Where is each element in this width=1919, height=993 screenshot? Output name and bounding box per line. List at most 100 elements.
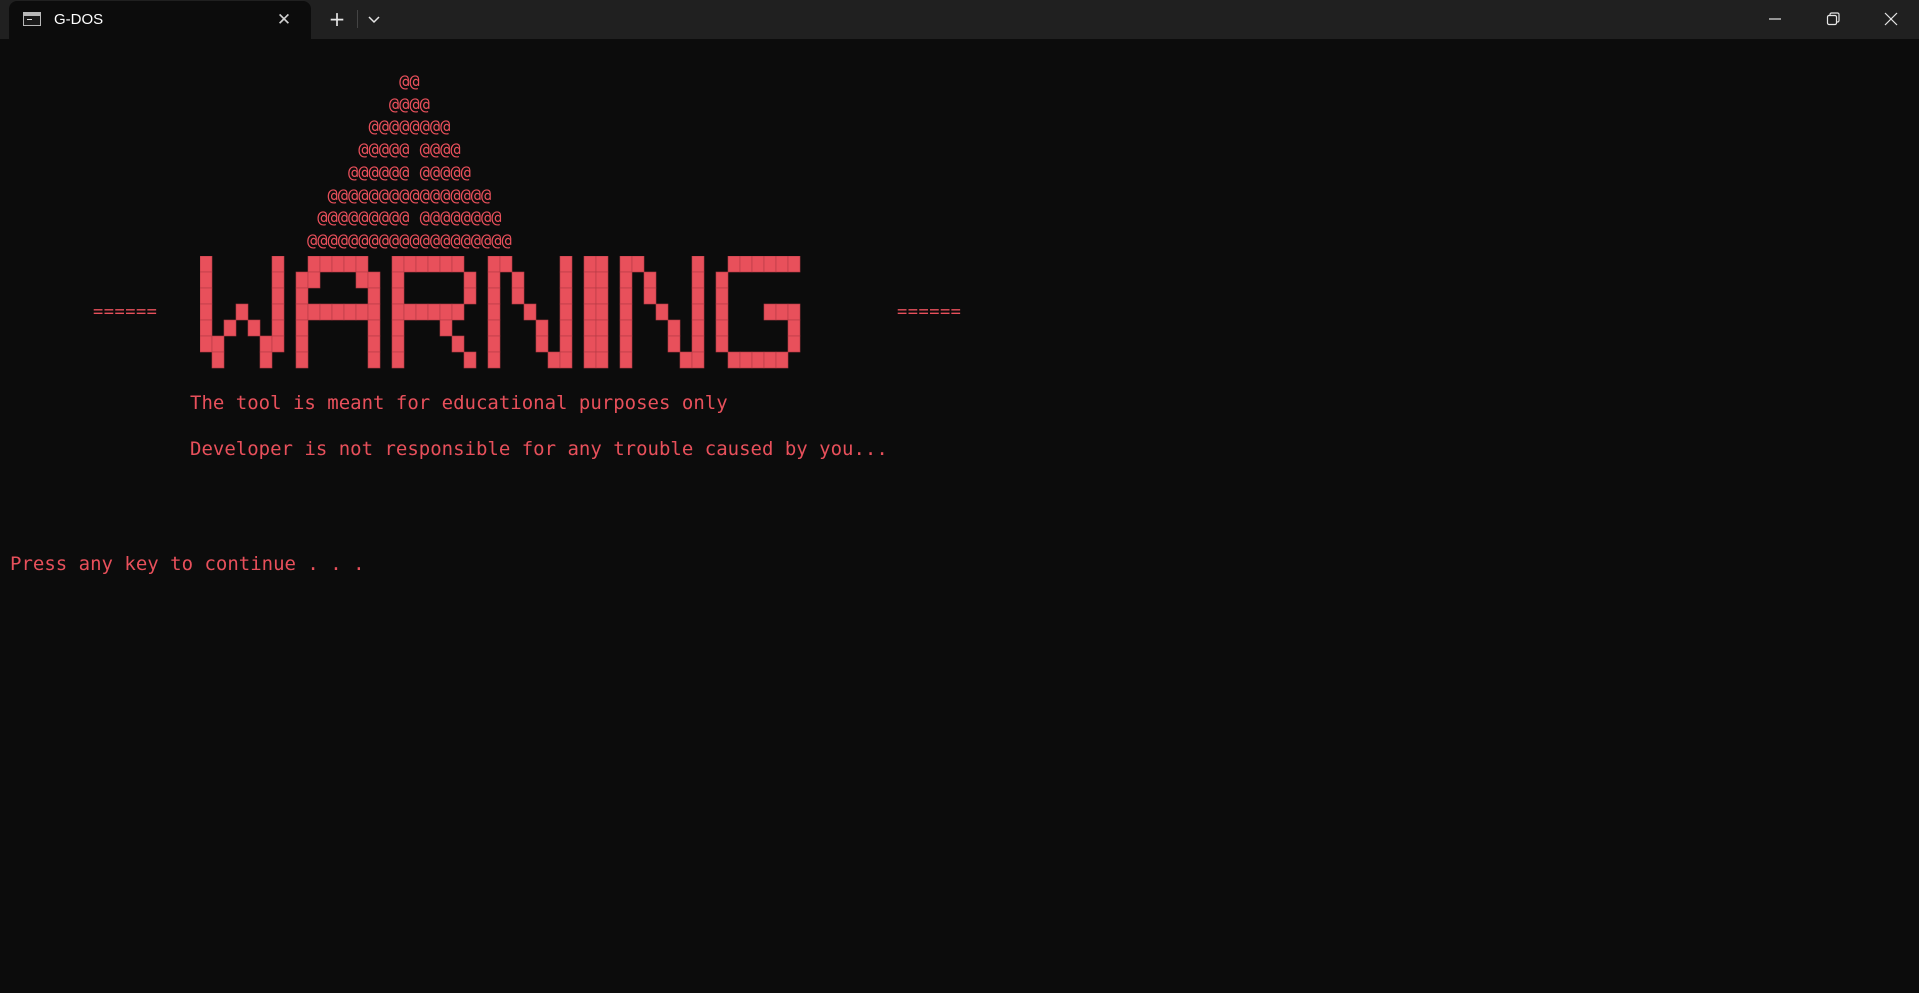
banner-block bbox=[463, 287, 477, 305]
banner-block bbox=[295, 287, 309, 305]
banner-block bbox=[487, 256, 501, 273]
banner-block bbox=[319, 256, 333, 273]
banner-block bbox=[691, 271, 705, 289]
banner-block bbox=[751, 351, 765, 369]
banner-block bbox=[763, 351, 777, 369]
banner-block bbox=[535, 335, 549, 353]
banner-block bbox=[787, 335, 801, 353]
banner-block bbox=[367, 335, 381, 353]
banner-block bbox=[367, 271, 381, 289]
banner-block bbox=[655, 303, 669, 321]
banner-block bbox=[247, 319, 261, 337]
banner-block bbox=[679, 351, 693, 369]
banner-block bbox=[691, 319, 705, 337]
banner-block bbox=[595, 256, 609, 273]
banner-block bbox=[619, 303, 633, 321]
banner-block bbox=[715, 303, 729, 321]
banner-block bbox=[583, 256, 597, 273]
minimize-icon bbox=[1769, 18, 1781, 20]
banner-block bbox=[391, 271, 405, 289]
banner-block bbox=[775, 256, 789, 273]
banner-block bbox=[739, 351, 753, 369]
banner-block bbox=[619, 256, 633, 273]
banner-block bbox=[727, 256, 741, 273]
banner-block bbox=[583, 303, 597, 321]
banner-block bbox=[427, 303, 441, 321]
banner-block bbox=[355, 303, 369, 321]
tab-title: G-DOS bbox=[54, 11, 104, 28]
banner-block bbox=[487, 351, 501, 369]
banner-block bbox=[511, 287, 525, 305]
banner-block bbox=[343, 303, 357, 321]
message-educational: The tool is meant for educational purpos… bbox=[190, 392, 728, 414]
banner-block bbox=[583, 351, 597, 369]
banner-block bbox=[223, 319, 237, 337]
banner-block bbox=[355, 271, 369, 289]
banner-block bbox=[259, 351, 273, 369]
banner-block bbox=[259, 335, 273, 353]
banner-block bbox=[715, 335, 729, 353]
banner-block bbox=[691, 287, 705, 305]
terminal-icon bbox=[23, 12, 41, 26]
banner-block bbox=[439, 319, 453, 337]
restore-button[interactable] bbox=[1804, 0, 1862, 38]
banner-block bbox=[775, 303, 789, 321]
banner-block bbox=[547, 351, 561, 369]
banner-block bbox=[211, 335, 225, 353]
banner-block bbox=[583, 335, 597, 353]
banner-block bbox=[583, 287, 597, 305]
banner-block bbox=[559, 287, 573, 305]
banner-block bbox=[451, 335, 465, 353]
restore-icon bbox=[1826, 12, 1840, 26]
banner-block bbox=[667, 319, 681, 337]
banner-block bbox=[775, 351, 789, 369]
chevron-down-icon bbox=[368, 16, 380, 24]
banner-block bbox=[200, 287, 213, 305]
banner-block bbox=[487, 271, 501, 289]
minimize-button[interactable] bbox=[1746, 0, 1804, 38]
banner-block bbox=[511, 271, 525, 289]
banner-block bbox=[667, 335, 681, 353]
banner-block bbox=[559, 303, 573, 321]
banner-block bbox=[295, 303, 309, 321]
new-tab-button[interactable]: + bbox=[322, 4, 352, 34]
banner-block bbox=[487, 319, 501, 337]
banner-block bbox=[631, 256, 645, 273]
banner-block bbox=[295, 319, 309, 337]
banner-block bbox=[307, 256, 321, 273]
banner-block bbox=[295, 351, 309, 369]
banner-block bbox=[415, 303, 429, 321]
banner-block bbox=[295, 271, 309, 289]
banner-block bbox=[200, 271, 213, 289]
banner-block bbox=[200, 319, 213, 337]
banner-block bbox=[487, 287, 501, 305]
banner-block bbox=[787, 303, 801, 321]
tab-dropdown-button[interactable] bbox=[360, 4, 388, 34]
banner-block bbox=[487, 303, 501, 321]
banner-block bbox=[367, 287, 381, 305]
banner-block bbox=[751, 256, 765, 273]
banner-block bbox=[463, 271, 477, 289]
banner-block bbox=[643, 271, 657, 289]
message-disclaimer: Developer is not responsible for any tro… bbox=[190, 438, 888, 460]
banner-block bbox=[691, 256, 705, 273]
banner-block bbox=[403, 303, 417, 321]
banner-block bbox=[391, 319, 405, 337]
tab-g-dos[interactable]: G-DOS ✕ bbox=[9, 1, 311, 39]
banner-block bbox=[307, 271, 321, 289]
banner-right-trim: ====== bbox=[897, 302, 962, 322]
close-window-button[interactable] bbox=[1862, 0, 1919, 38]
banner-block bbox=[343, 256, 357, 273]
banner-block bbox=[391, 303, 405, 321]
banner-block bbox=[391, 287, 405, 305]
banner-block bbox=[583, 319, 597, 337]
tab-separator bbox=[357, 10, 358, 28]
banner-block bbox=[331, 256, 345, 273]
banner-block bbox=[787, 319, 801, 337]
terminal-output[interactable]: @@ @@@@ @@@@@@@@ @@@@@ @@@@ @@@@@@ @@@@@ bbox=[0, 39, 1919, 993]
banner-block bbox=[487, 335, 501, 353]
banner-block bbox=[559, 319, 573, 337]
tab-close-icon[interactable]: ✕ bbox=[274, 10, 294, 30]
banner-block bbox=[439, 256, 453, 273]
banner-block bbox=[367, 319, 381, 337]
